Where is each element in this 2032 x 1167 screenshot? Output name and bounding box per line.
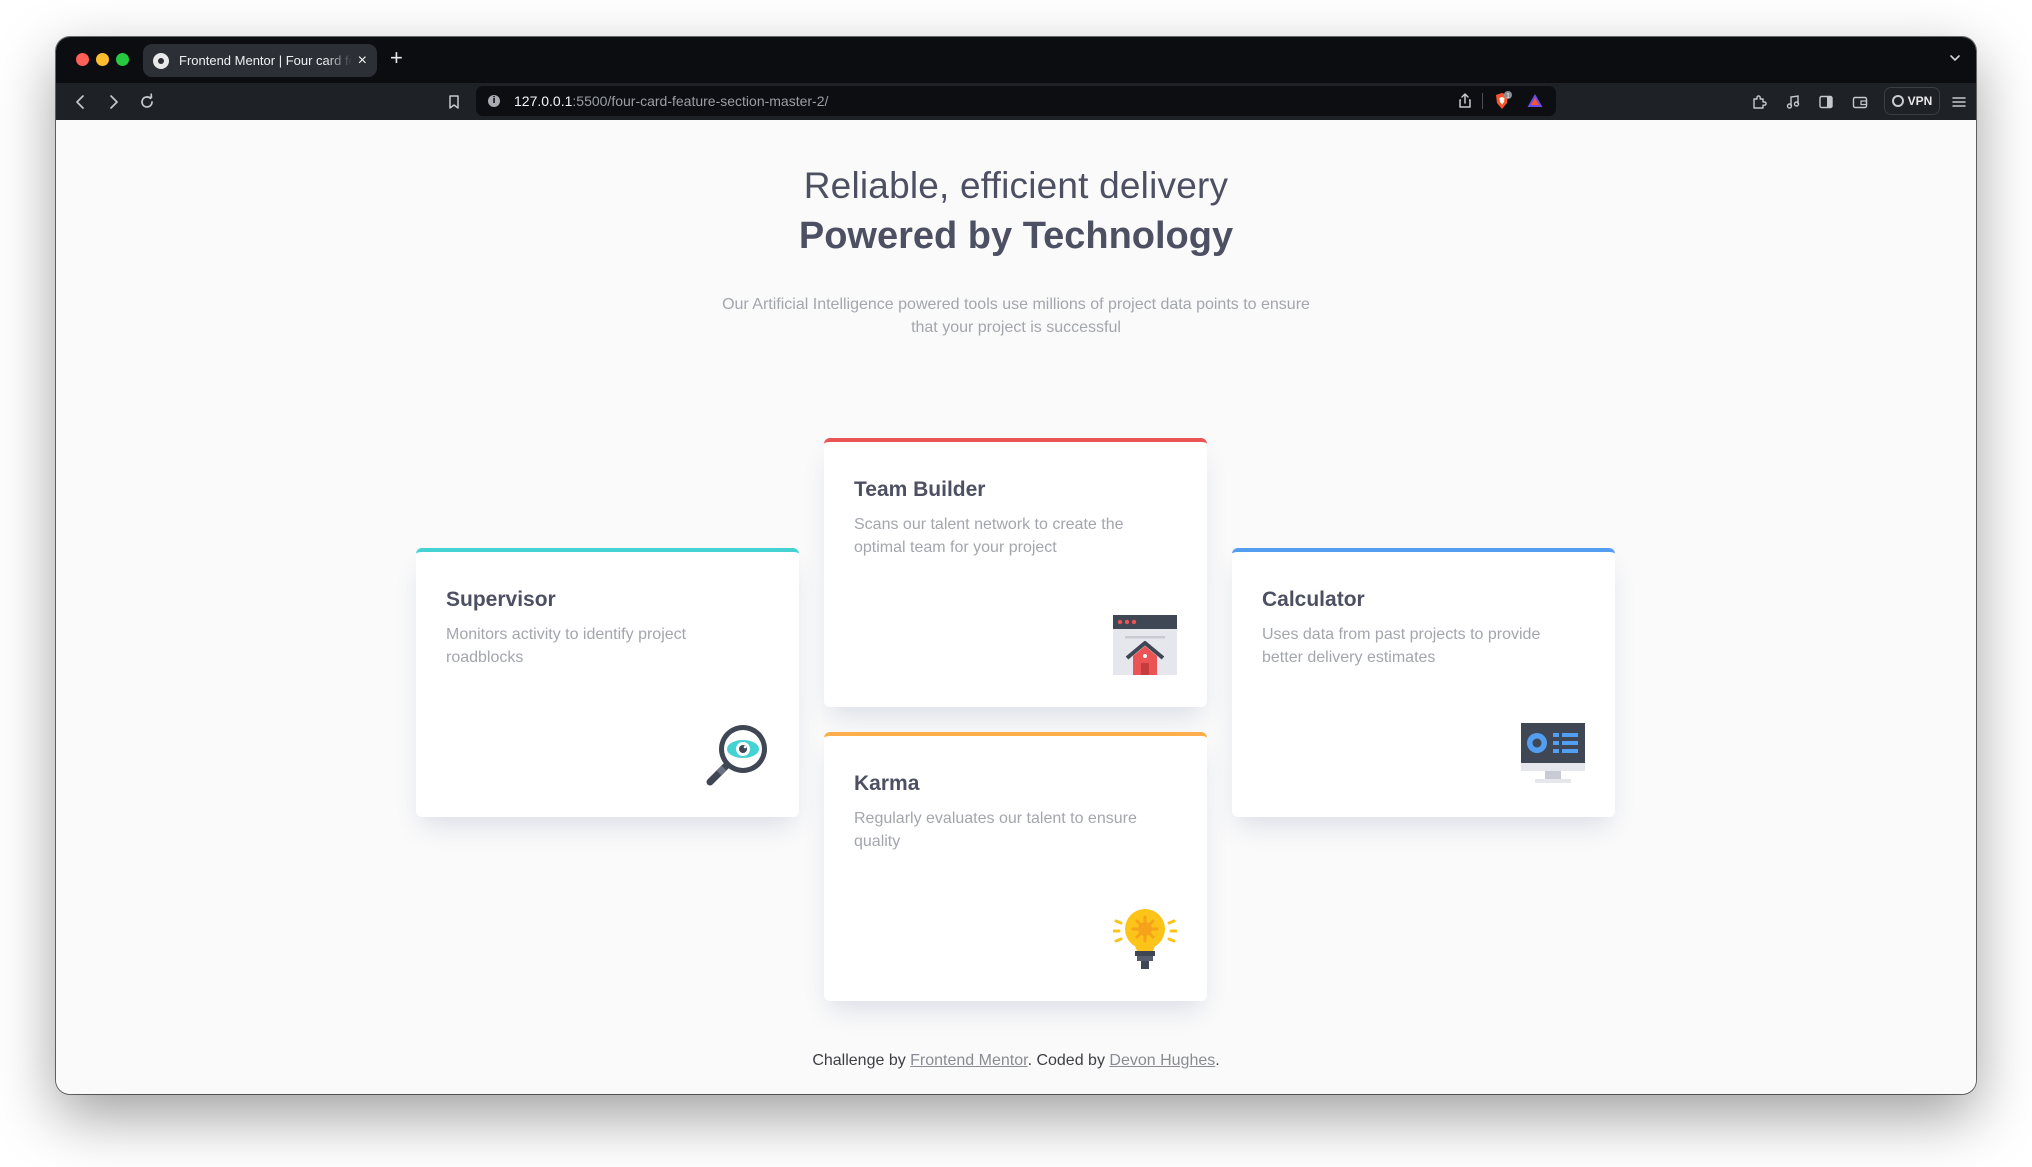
reload-icon[interactable] (138, 93, 156, 111)
wallet-icon[interactable] (1851, 93, 1869, 111)
browser-tab[interactable]: Frontend Mentor | Four card feature sect… (143, 44, 377, 77)
brave-rewards-icon[interactable] (1526, 92, 1544, 110)
sidebar-icon[interactable] (1817, 93, 1835, 111)
card-description: Uses data from past projects to provide … (1262, 626, 1541, 666)
address-bar[interactable]: i 127.0.0.1:5500/four-card-feature-secti… (476, 86, 1556, 116)
card-calculator: Calculator Uses data from past projects … (1232, 548, 1615, 817)
team-builder-icon (1113, 615, 1177, 675)
new-tab-button[interactable]: + (390, 47, 403, 69)
browser-window: Frontend Mentor | Four card feature sect… (56, 37, 1976, 1094)
favicon-icon (153, 52, 169, 69)
brave-shields-icon[interactable]: 1 (1492, 91, 1512, 111)
back-icon[interactable] (72, 93, 90, 111)
card-title: Team Builder (854, 478, 986, 501)
card-title: Supervisor (446, 588, 556, 611)
tab-bar: Frontend Mentor | Four card feature sect… (56, 37, 1976, 83)
share-icon[interactable] (1456, 92, 1474, 110)
card-title: Calculator (1262, 588, 1365, 611)
card-karma: Karma Regularly evaluates our talent to … (824, 732, 1207, 1001)
frontend-mentor-link[interactable]: Frontend Mentor (910, 1052, 1027, 1069)
monitor-icon (1521, 723, 1585, 783)
close-window-button[interactable] (76, 53, 89, 66)
vpn-button[interactable]: VPN (1884, 87, 1940, 115)
chevron-down-icon[interactable] (1948, 51, 1962, 65)
card-description: Monitors activity to identify project ro… (446, 626, 687, 666)
bookmark-icon[interactable] (445, 93, 463, 111)
maximize-window-button[interactable] (116, 53, 129, 66)
hamburger-menu-icon[interactable] (1950, 93, 1968, 111)
page-content: Reliable, efficient delivery Powered by … (56, 120, 1976, 1094)
tab-close-icon[interactable]: × (358, 52, 367, 69)
lightbulb-icon (1113, 909, 1177, 969)
card-title: Karma (854, 772, 920, 795)
extensions-icon[interactable] (1750, 93, 1768, 111)
card-description: Scans our talent network to create the o… (854, 516, 1124, 556)
card-team-builder: Team Builder Scans our talent network to… (824, 438, 1207, 707)
attribution: Challenge by Frontend Mentor. Coded by D… (812, 1052, 1220, 1069)
hero-description: Our Artificial Intelligence powered tool… (722, 296, 1310, 336)
magnifier-icon (706, 725, 767, 786)
forward-icon[interactable] (104, 93, 122, 111)
tab-title: Frontend Mentor | Four card feature sect… (179, 53, 352, 68)
browser-toolbar: i 127.0.0.1:5500/four-card-feature-secti… (56, 83, 1976, 120)
author-link[interactable]: Devon Hughes (1109, 1052, 1215, 1069)
hero-subheading: Reliable, efficient delivery (803, 165, 1229, 206)
card-description: Regularly evaluates our talent to ensure… (854, 810, 1137, 850)
url-text[interactable]: 127.0.0.1:5500/four-card-feature-section… (514, 93, 828, 109)
card-supervisor: Supervisor Monitors activity to identify… (416, 548, 799, 817)
hero-heading: Powered by Technology (798, 215, 1234, 257)
site-info-icon[interactable]: i (488, 95, 500, 107)
minimize-window-button[interactable] (96, 53, 109, 66)
url-divider (1482, 93, 1483, 109)
music-icon[interactable] (1784, 93, 1802, 111)
